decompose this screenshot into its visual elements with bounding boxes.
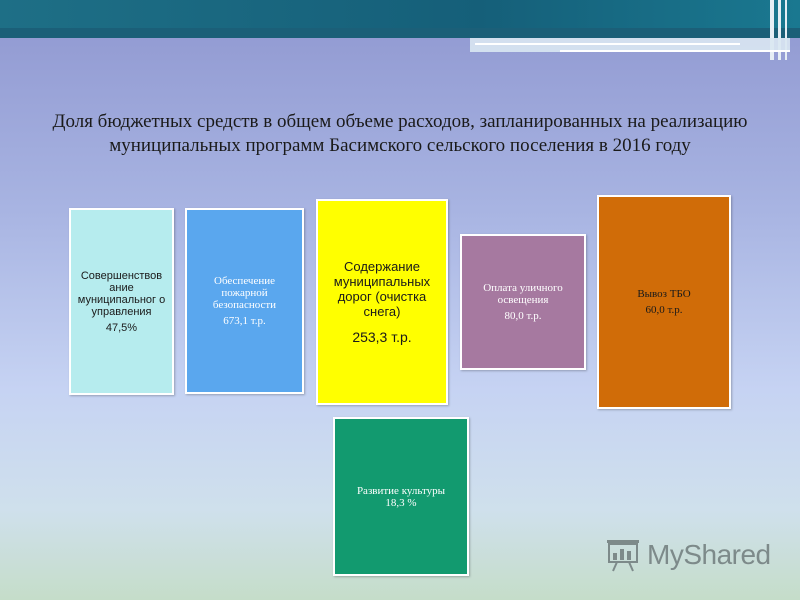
box-value: 60,0 т.р. <box>645 304 683 316</box>
box-value: 253,3 т.р. <box>352 329 412 345</box>
box-label: Содержание муниципальных дорог (очистка … <box>333 259 431 319</box>
box-label: Совершенствов ание муниципальног о управ… <box>77 269 166 318</box>
program-box-street-lighting: Оплата уличного освещения 80,0 т.р. <box>460 234 586 370</box>
header-bar <box>0 0 800 28</box>
myshared-logo: MyShared <box>605 535 771 575</box>
box-value: 18,3 % <box>385 496 417 509</box>
logo-text: MyShared <box>647 539 771 570</box>
program-box-culture: Развитие культуры 18,3 % <box>333 417 469 576</box>
header-line <box>475 43 740 45</box>
box-label: Развитие культуры <box>356 484 446 497</box>
program-box-management: Совершенствов ание муниципальног о управ… <box>69 208 174 395</box>
program-box-waste-removal: Вывоз ТБО 60,0 т.р. <box>597 195 731 409</box>
box-value: 673,1 т.р. <box>223 315 266 327</box>
header-line <box>560 50 790 52</box>
box-label: Оплата уличного освещения <box>483 282 563 306</box>
box-value: 80,0 т.р. <box>504 310 542 322</box>
box-value: 47,5% <box>105 321 138 334</box>
program-box-fire-safety: Обеспечение пожарной безопасности 673,1 … <box>185 208 304 394</box>
program-box-roads: Содержание муниципальных дорог (очистка … <box>316 199 448 405</box>
box-label: Обеспечение пожарной безопасности <box>212 275 277 311</box>
presentation-board-icon <box>607 540 639 572</box>
box-label: Вывоз ТБО <box>637 288 691 300</box>
slide-title: Доля бюджетных средств в общем объеме ра… <box>52 111 748 156</box>
header-band <box>0 28 800 38</box>
